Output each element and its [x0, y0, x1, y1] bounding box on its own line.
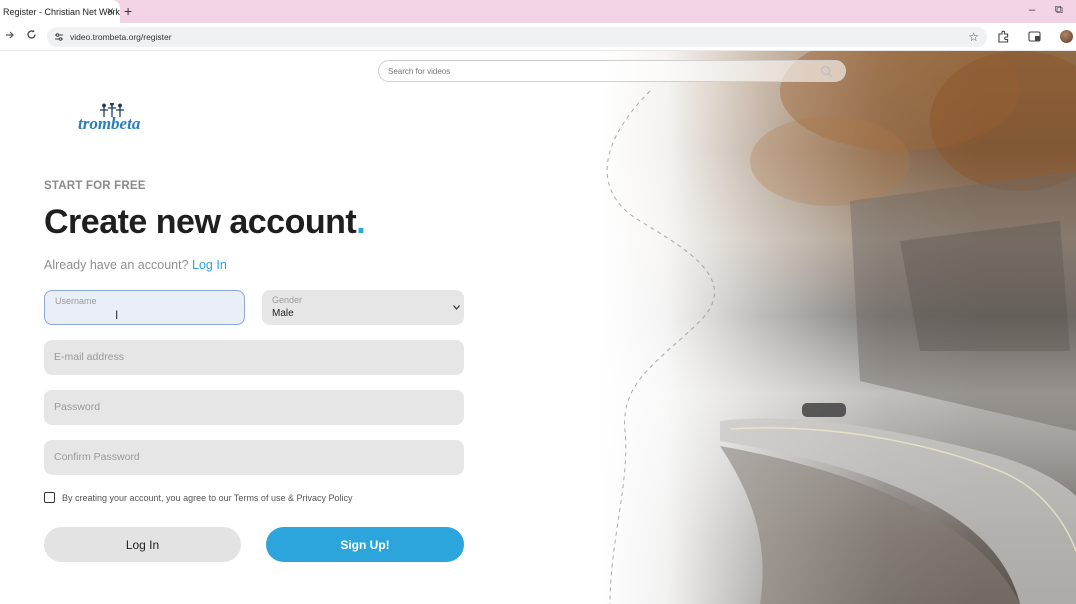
username-input[interactable]	[55, 309, 225, 320]
username-label: Username	[55, 296, 97, 306]
confirm-password-field[interactable]: Confirm Password	[44, 440, 464, 475]
forward-icon[interactable]	[5, 29, 15, 43]
logo-text: trombeta	[78, 114, 141, 133]
login-link[interactable]: Log In	[192, 258, 227, 272]
login-button[interactable]: Log In	[44, 527, 241, 562]
reload-icon[interactable]	[26, 29, 37, 43]
confirm-password-placeholder: Confirm Password	[54, 451, 140, 463]
address-bar[interactable]: video.trombeta.org/register ☆	[47, 27, 987, 47]
already-text: Already have an account?	[44, 258, 189, 272]
site-settings-icon[interactable]	[52, 30, 66, 44]
new-tab-button[interactable]: +	[124, 3, 132, 19]
hero-background-image	[600, 51, 1076, 604]
trombeta-logo[interactable]: trombeta	[76, 101, 156, 137]
password-placeholder: Password	[54, 401, 101, 413]
browser-toolbar: video.trombeta.org/register ☆	[0, 23, 1076, 51]
active-tab[interactable]: Register - Christian Net Work ×	[0, 0, 120, 23]
terms-text: By creating your account, you agree to o…	[62, 492, 353, 503]
gender-label: Gender	[272, 295, 303, 305]
tab-search-icon[interactable]	[1028, 30, 1042, 44]
search-input[interactable]	[388, 66, 808, 76]
terms-row: By creating your account, you agree to o…	[44, 492, 352, 503]
video-search-bar	[378, 60, 846, 82]
tab-title: Register - Christian Net Work	[3, 6, 120, 17]
email-placeholder: E-mail address	[54, 351, 125, 363]
tab-close-icon[interactable]: ×	[107, 4, 114, 18]
profile-avatar[interactable]	[1060, 30, 1073, 43]
search-icon[interactable]	[820, 65, 833, 83]
chevron-down-icon	[453, 303, 460, 312]
url-text: video.trombeta.org/register	[70, 32, 172, 42]
restore-button[interactable]: ⧉	[1055, 4, 1063, 17]
signup-button[interactable]: Sign Up!	[266, 527, 464, 562]
username-field[interactable]: Username	[44, 290, 245, 325]
page-title: Create new account.	[44, 203, 366, 241]
extensions-icon[interactable]	[997, 30, 1011, 44]
hero-scenery	[606, 51, 1076, 604]
tab-strip: Register - Christian Net Work × + – ⧉	[0, 0, 1076, 23]
minimize-button[interactable]: –	[1029, 4, 1035, 16]
text-cursor-icon: I	[115, 308, 119, 322]
bookmark-star-icon[interactable]: ☆	[968, 30, 979, 44]
register-page: trombeta START FOR FREE Create new accou…	[0, 51, 1076, 604]
start-for-free-label: START FOR FREE	[44, 180, 146, 192]
email-field[interactable]: E-mail address	[44, 340, 464, 375]
password-field[interactable]: Password	[44, 390, 464, 425]
gender-select[interactable]: Gender Male	[262, 290, 464, 325]
terms-checkbox[interactable]	[44, 492, 55, 503]
already-have-account: Already have an account? Log In	[44, 258, 227, 272]
title-dot: .	[356, 203, 366, 241]
gender-value: Male	[272, 308, 294, 319]
